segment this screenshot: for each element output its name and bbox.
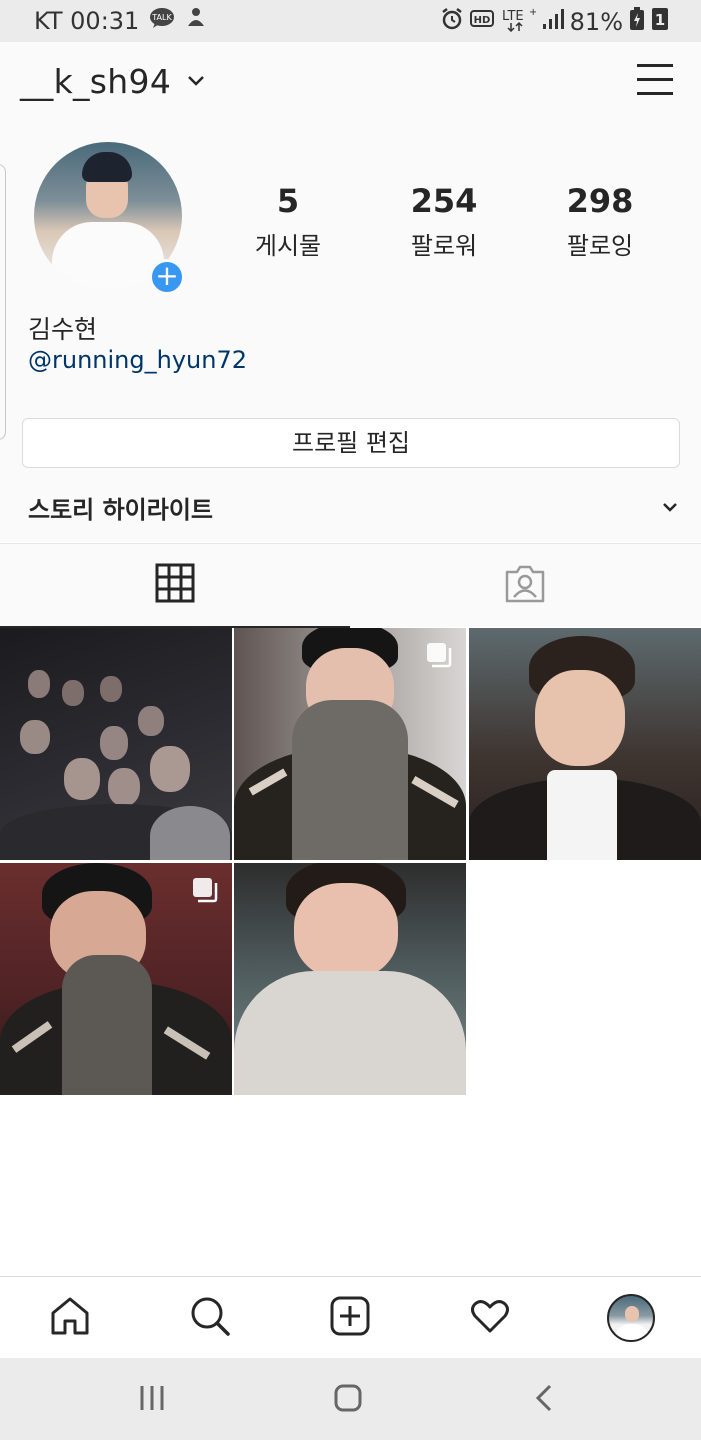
battery-charging-icon [629,7,645,37]
add-story-plus-icon[interactable]: + [149,259,185,295]
profile-avatar-icon [607,1294,655,1342]
bottom-navigation [0,1276,701,1358]
multiple-photos-icon [192,877,218,903]
svg-text:LTE: LTE [502,9,524,24]
stat-following[interactable]: 298 팔로잉 [522,182,678,261]
post-thumbnail[interactable] [0,628,232,860]
nav-new-post[interactable] [327,1295,373,1341]
status-carrier-time: KT 00:31 [34,7,140,35]
profile-tabs [0,543,701,628]
tab-tagged[interactable] [350,544,700,628]
following-label: 팔로잉 [566,232,634,260]
chevron-down-icon [662,498,678,517]
system-navigation-bar [0,1358,701,1440]
nav-search[interactable] [187,1295,233,1341]
tagged-person-icon [504,564,546,608]
back-button[interactable] [524,1380,564,1420]
recent-apps-icon [137,1384,167,1416]
battery-percent: 81% [569,8,623,36]
back-chevron-icon [532,1383,556,1417]
home-icon [49,1295,91,1341]
heart-icon [469,1295,511,1341]
posts-count: 5 [276,182,300,220]
svg-text:TALK: TALK [152,13,173,22]
side-drawer-edge [0,164,6,440]
post-thumbnail[interactable] [234,863,466,1095]
menu-button[interactable] [637,64,673,96]
story-highlights-label: 스토리 하이라이트 [28,496,213,524]
search-icon [189,1295,231,1341]
nav-profile[interactable] [606,1293,656,1343]
followers-count: 254 [410,182,478,220]
menu-icon [637,64,673,67]
alarm-icon [440,7,464,37]
svg-text:1: 1 [655,11,665,29]
post-thumbnail[interactable] [0,863,232,1095]
sim-icon: 1 [651,7,669,37]
profile-header: __k_sh94 + 5 게시물 254 팔로워 298 팔로잉 김수현 @ru… [0,42,701,542]
nav-activity[interactable] [467,1295,513,1341]
recent-apps-button[interactable] [132,1380,172,1420]
posts-label: 게시물 [254,232,322,260]
status-bar: KT 00:31 TALK HD LTE + 81% 1 [0,0,701,42]
tab-grid[interactable] [0,544,350,628]
home-button[interactable] [328,1380,368,1420]
post-thumbnail[interactable] [469,628,701,860]
lte-icon: LTE + [502,6,537,38]
account-switcher[interactable]: __k_sh94 [20,62,205,101]
username: __k_sh94 [20,62,172,101]
grid-icon [155,563,195,607]
following-count: 298 [566,182,634,220]
home-square-icon [333,1383,363,1417]
nav-home[interactable] [47,1295,93,1341]
chevron-down-icon [187,72,205,91]
signal-icon [542,8,564,36]
bio-mention-link[interactable]: @running_hyun72 [28,346,247,374]
story-highlights-toggle[interactable]: 스토리 하이라이트 [28,490,678,525]
kakaotalk-icon: TALK [149,7,175,35]
followers-label: 팔로워 [410,232,478,260]
notification-icon [185,6,207,36]
full-name: 김수현 [28,315,98,344]
edit-profile-button[interactable]: 프로필 편집 [22,418,680,468]
post-thumbnail[interactable] [234,628,466,860]
profile-stats: 5 게시물 254 팔로워 298 팔로잉 [210,182,680,261]
stat-posts[interactable]: 5 게시물 [210,182,366,261]
svg-text:HD: HD [473,15,490,26]
svg-text:+: + [529,7,536,18]
multiple-photos-icon [426,642,452,668]
stat-followers[interactable]: 254 팔로워 [366,182,522,261]
add-post-icon [329,1295,371,1341]
hd-voice-icon: HD [469,8,496,36]
